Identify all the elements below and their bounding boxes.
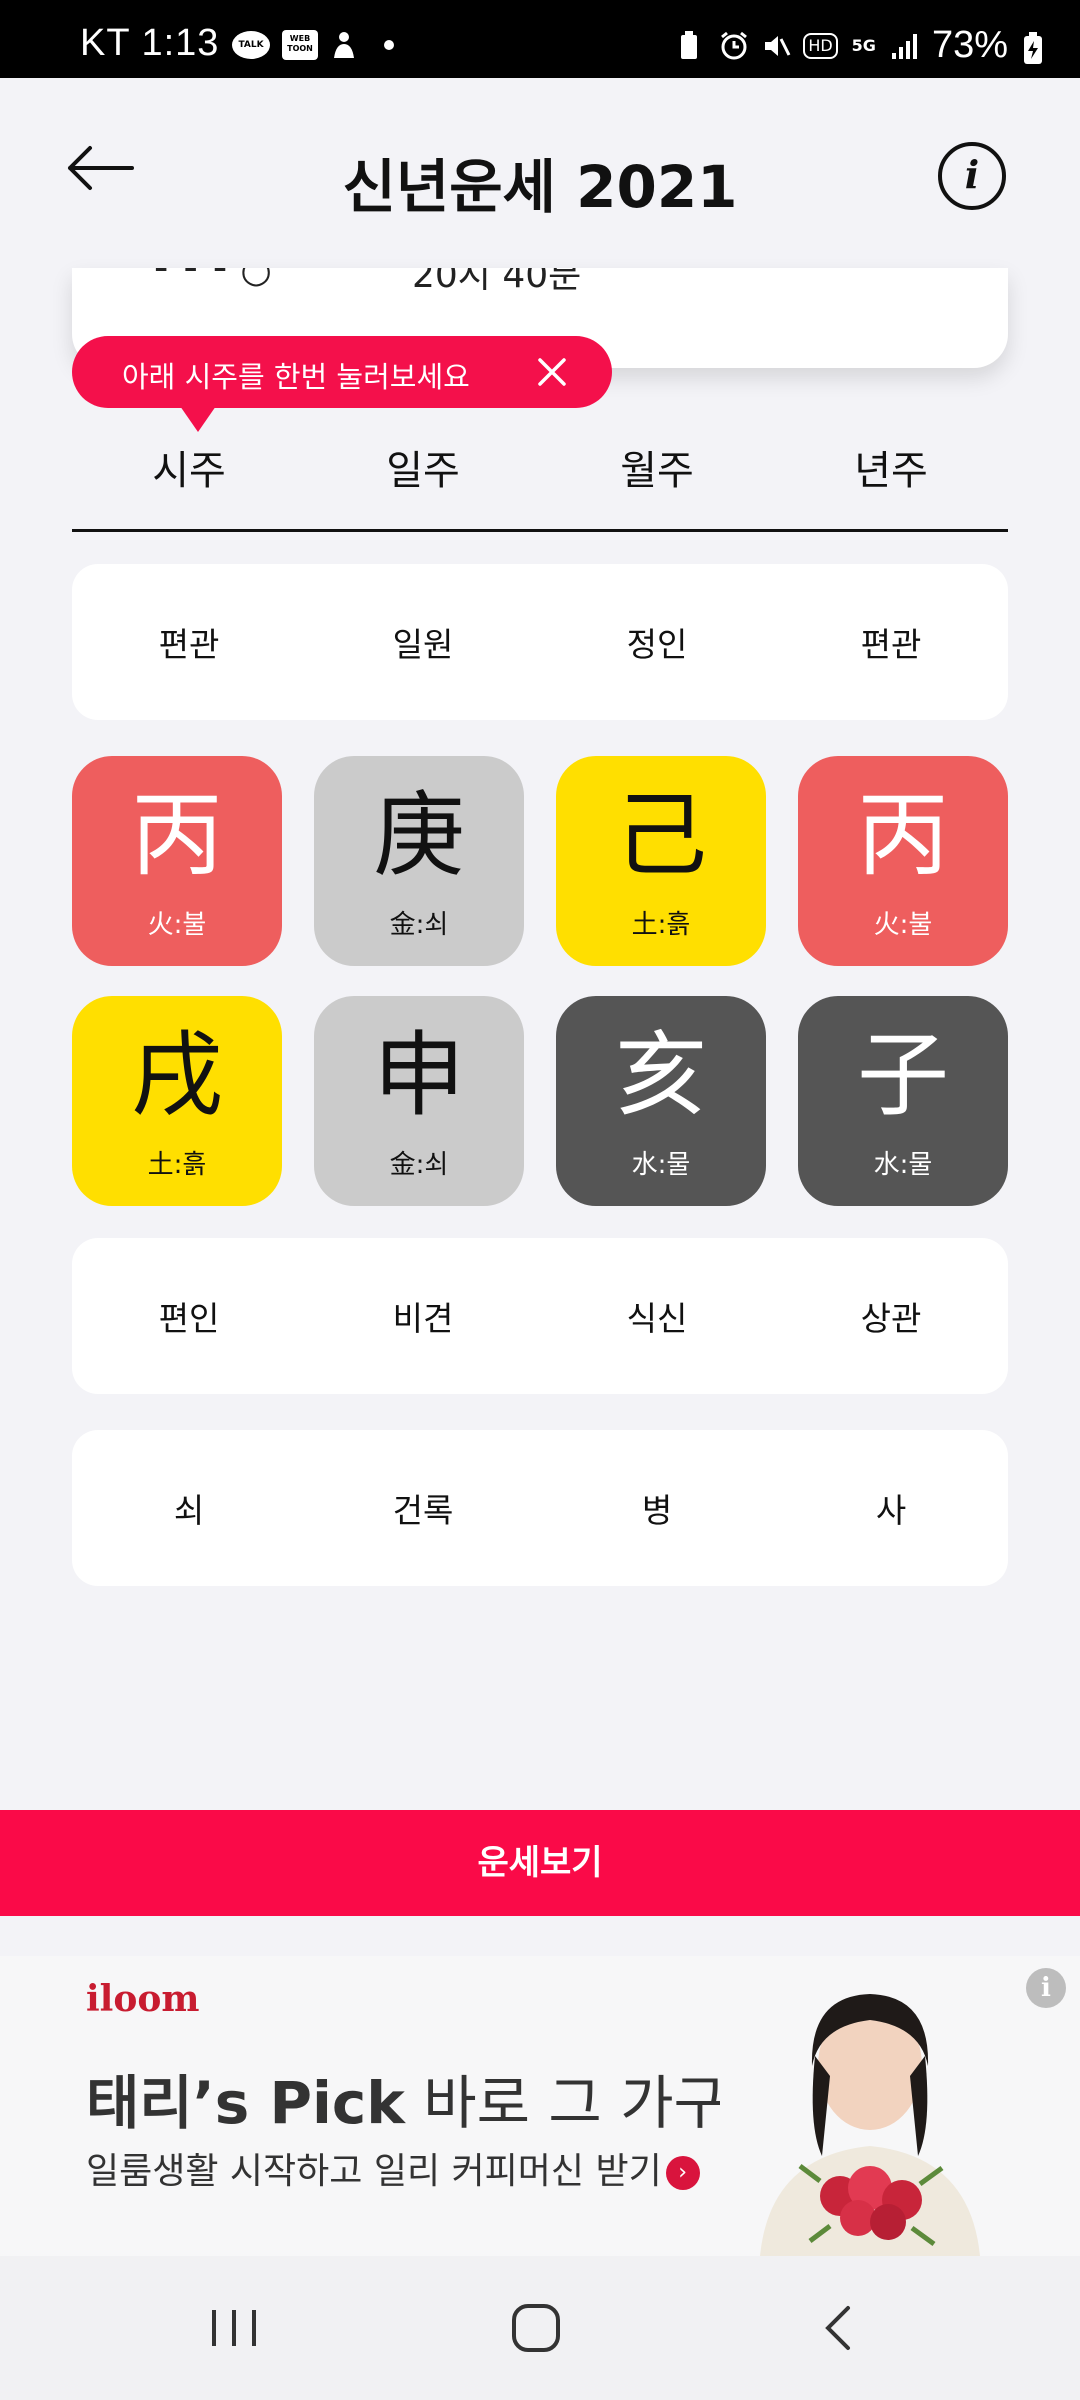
twelve-stages-row: 쇠 건록 병 사 (72, 1430, 1008, 1586)
status-bar: KT 1:13 TALK WEB TOON HD 5G 73% (0, 0, 1080, 78)
hint-tooltip: 아래 시주를 한번 눌러보세요 (72, 336, 612, 432)
system-icons: HD 5G 73% (677, 24, 1050, 67)
app-figure-icon (330, 30, 358, 60)
element-label: 水:물 (631, 1150, 691, 1180)
ten-god-label: 비견 (392, 1299, 454, 1338)
close-icon[interactable] (532, 352, 572, 392)
earthly-branches-row: 戌 土:흙 申 金:쇠 亥 水:물 子 水:물 (72, 996, 1008, 1206)
mute-icon (761, 31, 791, 61)
element-label: 金:쇠 (389, 1150, 449, 1180)
home-icon (512, 2304, 560, 2352)
ad-subtext: 일룸생활 시작하고 일리 커피머신 받기 › (86, 2142, 700, 2194)
webtoon-icon: WEB TOON (282, 30, 318, 60)
ten-god-label: 편관 (860, 625, 922, 664)
page-title: 신년운세 2021 (342, 153, 738, 221)
element-label: 金:쇠 (389, 910, 449, 940)
system-navigation-bar (0, 2256, 1080, 2400)
chevron-right-icon: › (665, 2156, 700, 2190)
element-label: 水:물 (873, 1150, 933, 1180)
tab-hour-pillar[interactable]: 시주 (72, 436, 306, 529)
recent-apps-icon (212, 2310, 256, 2346)
element-label: 火:불 (873, 910, 933, 940)
alarm-icon (719, 31, 748, 61)
battery-saver-icon (677, 30, 705, 61)
hd-voice-icon: HD (803, 32, 838, 59)
branch-hanja: 戌 (130, 1022, 223, 1129)
stem-hanja: 丙 (856, 782, 949, 889)
birth-label-partial: ⁃ ⁃ ⁃ ○ (152, 268, 272, 291)
tab-month-pillar[interactable]: 월주 (540, 436, 774, 529)
ad-brand-logo: iloom (86, 1978, 200, 2020)
pillar-tabs: 시주 일주 월주 년주 (72, 436, 1008, 532)
tooltip-text: 아래 시주를 한번 눌러보세요 (122, 360, 470, 394)
signal-icon (890, 31, 918, 61)
branch-tile-hour[interactable]: 戌 土:흙 (72, 996, 282, 1206)
kakaotalk-icon: TALK (232, 31, 270, 59)
stage-label: 건록 (392, 1491, 454, 1530)
stem-tile-year[interactable]: 丙 火:불 (798, 756, 1008, 966)
branch-hanja: 亥 (614, 1022, 707, 1129)
ten-god-label: 식신 (626, 1299, 688, 1338)
element-label: 火:불 (147, 910, 207, 940)
ten-gods-branch-row: 편인 비견 식신 상관 (72, 1238, 1008, 1394)
tab-day-pillar[interactable]: 일주 (306, 436, 540, 529)
stem-tile-hour[interactable]: 丙 火:불 (72, 756, 282, 966)
ad-banner[interactable]: iloom 태리’s Pick 바로 그 가구! 일룸생활 시작하고 일리 커피… (0, 1956, 1080, 2256)
ad-headline: 태리’s Pick 바로 그 가구! (86, 2069, 751, 2137)
info-button[interactable]: i (938, 142, 1006, 210)
app-header: 신년운세 2021 i (0, 78, 1080, 268)
ten-god-label: 일원 (392, 625, 454, 664)
view-fortune-button[interactable]: 운세보기 (0, 1810, 1080, 1916)
stem-hanja: 庚 (372, 782, 465, 889)
tab-year-pillar[interactable]: 년주 (774, 436, 1008, 529)
battery-percent: 73% (931, 24, 1008, 66)
ad-info-icon[interactable]: i (1026, 1968, 1066, 2008)
ten-gods-stem-row: 편관 일원 정인 편관 (72, 564, 1008, 720)
status-time: KT 1:13 (80, 22, 220, 64)
stage-label: 쇠 (173, 1491, 205, 1530)
ad-model-photo (720, 1956, 1020, 2256)
network-type-icon: 5G (851, 35, 876, 55)
ten-god-label: 상관 (860, 1299, 922, 1338)
tooltip-pointer (180, 406, 216, 432)
branch-hanja: 子 (856, 1022, 949, 1129)
stage-label: 사 (875, 1491, 907, 1530)
stem-tile-day[interactable]: 庚 金:쇠 (314, 756, 524, 966)
home-button[interactable] (496, 2296, 576, 2360)
element-label: 土:흙 (631, 910, 691, 940)
branch-tile-year[interactable]: 子 水:물 (798, 996, 1008, 1206)
notification-icons: TALK WEB TOON (232, 30, 394, 60)
stem-hanja: 丙 (130, 782, 223, 889)
recent-apps-button[interactable] (194, 2296, 274, 2360)
more-notifications-dot (384, 40, 394, 50)
ten-god-label: 편인 (158, 1299, 220, 1338)
battery-charging-icon (1022, 31, 1050, 64)
stage-label: 병 (641, 1491, 673, 1530)
branch-hanja: 申 (372, 1022, 465, 1129)
heavenly-stems-row: 丙 火:불 庚 金:쇠 己 土:흙 丙 火:불 (72, 756, 1008, 966)
branch-tile-month[interactable]: 亥 水:물 (556, 996, 766, 1206)
ten-god-label: 정인 (626, 625, 688, 664)
back-chevron-icon (825, 2306, 850, 2350)
ten-god-label: 편관 (158, 625, 220, 664)
system-back-button[interactable] (800, 2296, 880, 2360)
stem-hanja: 己 (614, 782, 707, 889)
birth-time-value: 20시 40분 (412, 268, 582, 296)
stem-tile-month[interactable]: 己 土:흙 (556, 756, 766, 966)
element-label: 土:흙 (147, 1150, 207, 1180)
branch-tile-day[interactable]: 申 金:쇠 (314, 996, 524, 1206)
